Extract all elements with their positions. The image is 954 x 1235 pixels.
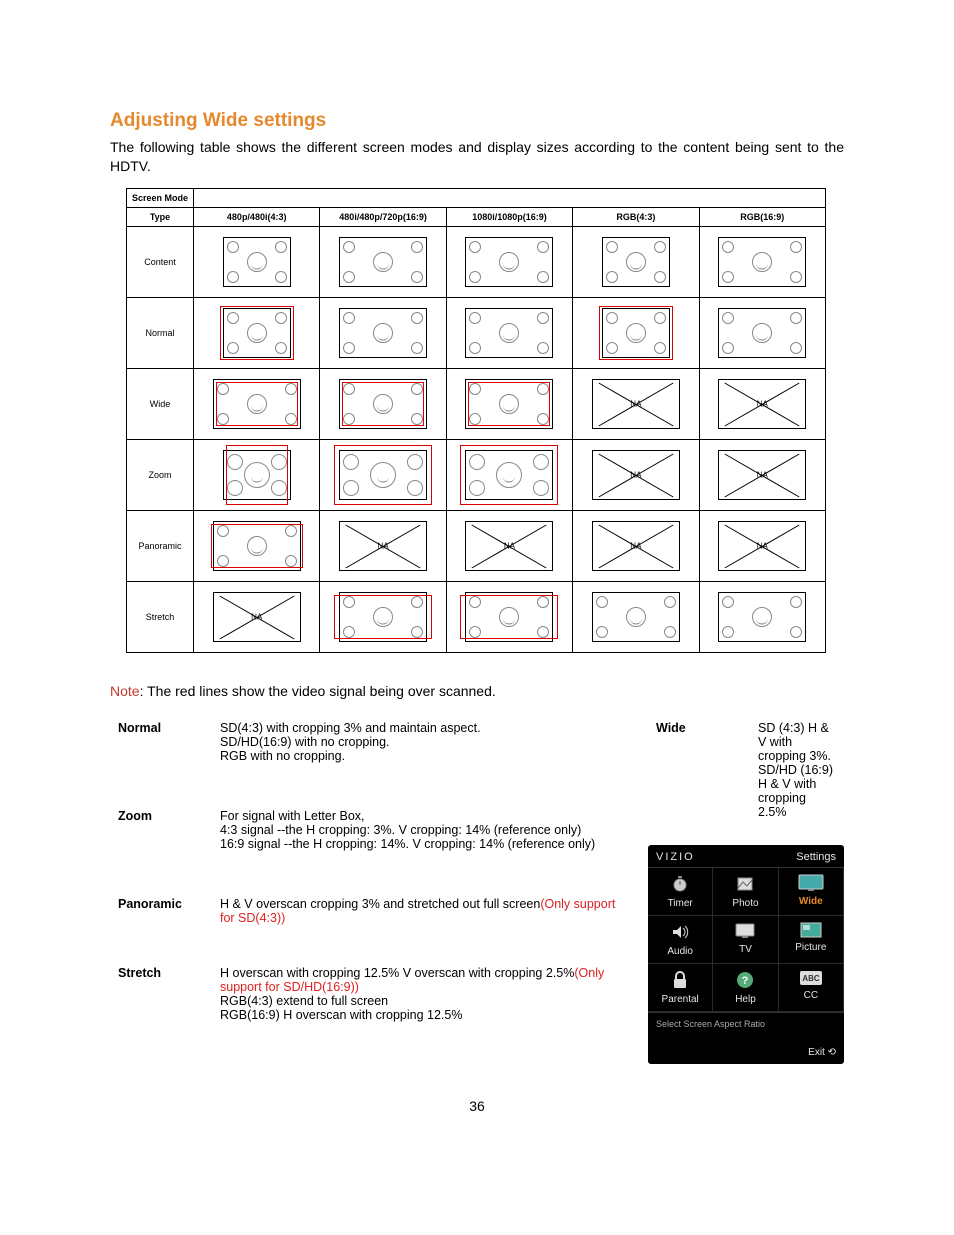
header-col-3: 1080i/1080p(16:9) xyxy=(446,207,572,226)
cell-stretch-3 xyxy=(573,581,699,652)
osd-item-parental[interactable]: Parental xyxy=(648,964,713,1012)
cell-zoom-2 xyxy=(446,439,572,510)
svg-text:ABC: ABC xyxy=(802,974,820,983)
cell-content-0 xyxy=(194,226,320,297)
row-label-content: Content xyxy=(127,226,194,297)
header-col-1: 480p/480i(4:3) xyxy=(194,207,320,226)
osd-settings-label: Settings xyxy=(796,851,836,863)
cell-content-1 xyxy=(320,226,446,297)
header-screen-mode: Screen Mode xyxy=(127,188,194,207)
osd-exit: Exit ⟲ xyxy=(648,1047,844,1058)
osd-item-picture[interactable]: Picture xyxy=(779,916,844,964)
cell-normal-4 xyxy=(699,297,825,368)
osd-item-tv[interactable]: TV xyxy=(713,916,778,964)
audio-icon xyxy=(670,922,690,942)
osd-item-label: TV xyxy=(739,944,752,955)
cell-zoom-4: NA xyxy=(699,439,825,510)
cell-wide-2 xyxy=(446,368,572,439)
def-wide-text: SD (4:3) H & V with cropping 3%. SD/HD (… xyxy=(750,711,844,829)
cc-icon: ABC xyxy=(799,970,823,986)
cell-normal-0 xyxy=(194,297,320,368)
defs-left: Normal SD(4:3) with cropping 3% and main… xyxy=(110,711,628,1064)
def-panoramic-text: H & V overscan cropping 3% and stretched… xyxy=(212,887,628,955)
page-number: 36 xyxy=(110,1098,844,1114)
cell-content-3 xyxy=(573,226,699,297)
osd-item-cc[interactable]: ABC CC xyxy=(779,964,844,1012)
wide-icon xyxy=(798,874,824,892)
cell-zoom-3: NA xyxy=(573,439,699,510)
picture-icon xyxy=(800,922,822,938)
row-label-panoramic: Panoramic xyxy=(127,510,194,581)
header-col-5: RGB(16:9) xyxy=(699,207,825,226)
row-label-wide: Wide xyxy=(127,368,194,439)
osd-screenshot: VIZIO Settings Timer Photo Wide Audio TV Pict… xyxy=(648,845,844,1064)
timer-icon xyxy=(670,874,690,894)
help-icon: ? xyxy=(735,970,755,990)
cell-content-4 xyxy=(699,226,825,297)
cell-panoramic-3: NA xyxy=(573,510,699,581)
def-stretch-label: Stretch xyxy=(110,956,212,1064)
note: Note: The red lines show the video signa… xyxy=(110,683,844,699)
cell-wide-4: NA xyxy=(699,368,825,439)
osd-brand: VIZIO xyxy=(656,851,695,863)
cell-panoramic-1: NA xyxy=(320,510,446,581)
back-icon: ⟲ xyxy=(828,1047,836,1058)
definitions: Normal SD(4:3) with cropping 3% and main… xyxy=(110,711,844,1064)
osd-help-text: Select Screen Aspect Ratio xyxy=(648,1012,844,1047)
photo-icon xyxy=(735,874,755,894)
cell-stretch-2 xyxy=(446,581,572,652)
cell-normal-3 xyxy=(573,297,699,368)
cell-zoom-1 xyxy=(320,439,446,510)
intro-text: The following table shows the different … xyxy=(110,138,844,176)
row-label-normal: Normal xyxy=(127,297,194,368)
svg-text:?: ? xyxy=(742,975,749,987)
def-stretch-text: H overscan with cropping 12.5% V oversca… xyxy=(212,956,628,1064)
cell-zoom-0 xyxy=(194,439,320,510)
osd-item-label: Parental xyxy=(662,994,699,1005)
osd-item-label: Picture xyxy=(795,942,826,953)
def-normal-text: SD(4:3) with cropping 3% and maintain as… xyxy=(212,711,628,799)
osd-item-photo[interactable]: Photo xyxy=(713,868,778,916)
header-col-4: RGB(4:3) xyxy=(573,207,699,226)
section-title: Adjusting Wide settings xyxy=(110,110,844,132)
cell-content-2 xyxy=(446,226,572,297)
cell-panoramic-2: NA xyxy=(446,510,572,581)
note-label: Note xyxy=(110,683,140,699)
osd-item-timer[interactable]: Timer xyxy=(648,868,713,916)
def-wide-label: Wide xyxy=(648,711,750,829)
osd-item-wide[interactable]: Wide xyxy=(779,868,844,916)
cell-normal-1 xyxy=(320,297,446,368)
header-type: Type xyxy=(127,207,194,226)
osd-item-label: CC xyxy=(804,990,818,1001)
cell-panoramic-0 xyxy=(194,510,320,581)
osd-item-label: Help xyxy=(735,994,756,1005)
osd-item-label: Photo xyxy=(732,898,758,909)
header-col-2: 480i/480p/720p(16:9) xyxy=(320,207,446,226)
cell-panoramic-4: NA xyxy=(699,510,825,581)
def-zoom-label: Zoom xyxy=(110,799,212,887)
cell-wide-3: NA xyxy=(573,368,699,439)
cell-normal-2 xyxy=(446,297,572,368)
note-text: : The red lines show the video signal be… xyxy=(140,683,496,699)
cell-stretch-0: NA xyxy=(194,581,320,652)
lock-icon xyxy=(671,970,689,990)
cell-stretch-4 xyxy=(699,581,825,652)
tv-icon xyxy=(734,922,756,940)
osd-item-audio[interactable]: Audio xyxy=(648,916,713,964)
osd-item-label: Audio xyxy=(667,946,693,957)
def-normal-label: Normal xyxy=(110,711,212,799)
osd-item-help[interactable]: ? Help xyxy=(713,964,778,1012)
osd-item-label: Wide xyxy=(799,896,823,907)
def-zoom-text: For signal with Letter Box, 4:3 signal -… xyxy=(212,799,628,887)
screen-mode-table: Screen Mode Type480p/480i(4:3)480i/480p/… xyxy=(126,188,826,653)
cell-stretch-1 xyxy=(320,581,446,652)
cell-wide-1 xyxy=(320,368,446,439)
row-label-zoom: Zoom xyxy=(127,439,194,510)
def-panoramic-label: Panoramic xyxy=(110,887,212,955)
cell-wide-0 xyxy=(194,368,320,439)
osd-item-label: Timer xyxy=(668,898,693,909)
row-label-stretch: Stretch xyxy=(127,581,194,652)
defs-right: Wide SD (4:3) H & V with cropping 3%. SD… xyxy=(648,711,844,829)
